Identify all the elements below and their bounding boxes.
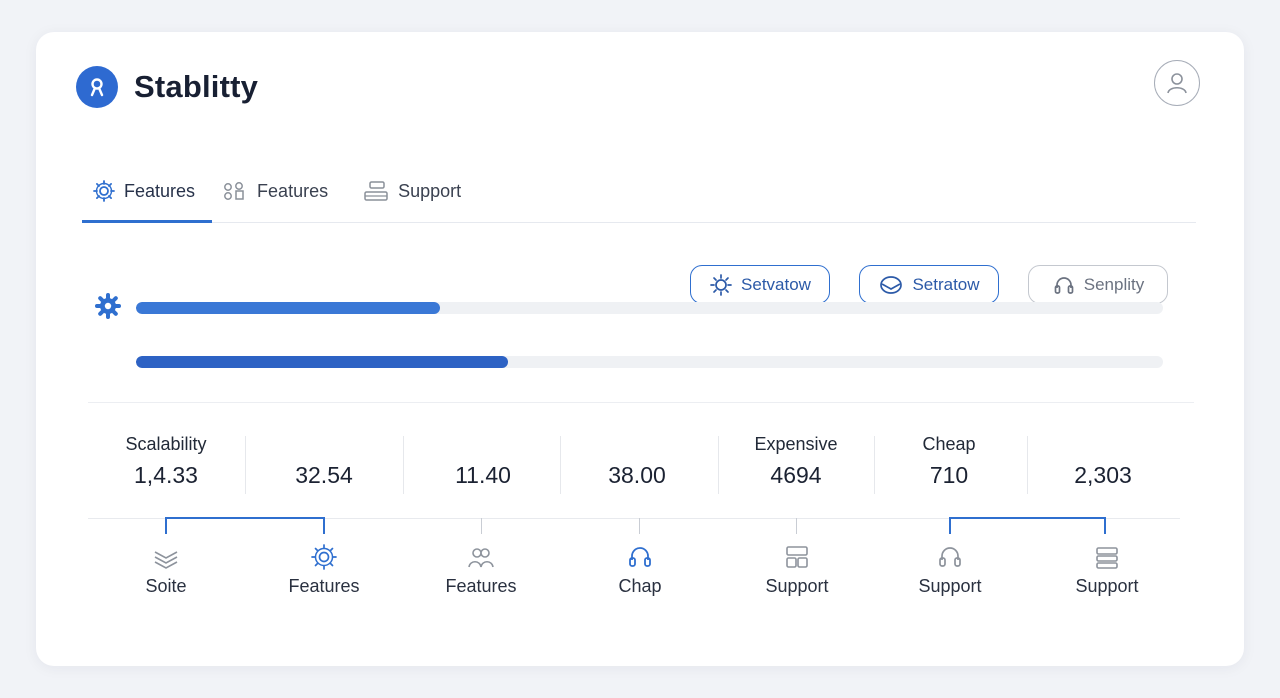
stack-icon [154,551,178,569]
progress-fill-2 [136,356,508,368]
stat-column: Expensive 4694 [718,428,874,494]
stat-value: 32.54 [295,462,353,488]
senplity-button[interactable]: Senplity [1028,265,1168,304]
gear-icon [93,180,115,202]
stat-value: 1,4.33 [134,462,198,488]
connector-tick [481,518,482,534]
active-tab-indicator [82,220,212,223]
pill-label: Setratow [912,274,980,294]
sun-icon [710,273,732,296]
tab-divider [82,222,1196,223]
tab-bar: Features Features Support [82,168,473,224]
setratow-button[interactable]: Setratow [859,265,999,304]
stat-value: 710 [929,462,969,488]
bottom-item-label: Features [445,576,517,596]
badge-icon [880,275,903,294]
progress-track-2 [136,356,1163,368]
bottom-item-support-3[interactable]: Support [1037,542,1177,597]
stat-column: 2,303 [1025,428,1181,494]
tab-label: Support [398,180,462,201]
app-logo [76,66,118,108]
settings-gear-icon[interactable] [94,292,122,320]
connector-tick [323,518,325,534]
column-separator [403,436,404,494]
stat-column: Scalability 1,4.33 [88,428,244,494]
connector-bracket [949,517,1106,519]
tab-label: Features [124,180,196,201]
connector-tick [165,518,167,534]
nodes-icon [224,182,244,200]
bottom-item-features-2[interactable]: Features [411,542,551,597]
headset-icon [939,547,961,567]
tab-label: Features [257,180,329,201]
layers-icon [364,181,388,201]
bottom-item-features[interactable]: Features [254,542,394,597]
connector-tick [796,518,797,534]
connector-tick [949,518,951,534]
app-title: Stablitty [134,69,259,104]
section-divider [88,402,1194,403]
stat-column: 11.40 [405,428,561,494]
user-icon [1167,73,1187,94]
progress-track-1 [136,302,1163,314]
logo-icon [90,78,104,97]
connector-tick [1104,518,1106,534]
stat-column: 32.54 [246,428,402,494]
tab-features[interactable]: Features [82,168,207,214]
connector-tick [639,518,640,534]
stat-column: Cheap 710 [871,428,1027,494]
tab-support[interactable]: Support [352,168,473,214]
stat-label: Expensive [754,434,838,454]
bottom-item-soite[interactable]: Soite [96,542,236,597]
gear-icon [311,544,337,570]
connector-bracket [165,517,325,519]
bottom-item-label: Support [765,576,829,596]
stat-label: Scalability [125,434,207,454]
stat-value: 38.00 [608,462,666,488]
bottom-item-label: Features [288,576,360,596]
tab-features-2[interactable]: Features [211,168,340,214]
bottom-item-support[interactable]: Support [727,542,867,597]
grid-icon [786,546,808,568]
stat-label: Cheap [922,434,976,454]
user-avatar-button[interactable] [1154,60,1200,106]
stat-value: 2,303 [1074,462,1132,488]
bottom-item-label: Soite [145,576,187,596]
stat-value: 4694 [770,462,822,488]
users-icon [468,548,494,568]
list-icon [1096,547,1118,569]
stat-value: 11.40 [455,462,511,488]
pill-label: Senplity [1083,274,1145,294]
stat-column: 38.00 [559,428,715,494]
setvatow-button[interactable]: Setvatow [690,265,830,304]
bottom-item-label: Support [918,576,982,596]
progress-fill-1 [136,302,440,314]
bottom-item-support-2[interactable]: Support [880,542,1020,597]
pill-label: Setvatow [741,274,811,294]
bottom-item-chap[interactable]: Chap [570,542,710,597]
headset-icon [1054,276,1074,294]
bottom-item-label: Chap [618,576,662,596]
headset-icon [629,547,651,567]
bottom-item-label: Support [1075,576,1139,596]
